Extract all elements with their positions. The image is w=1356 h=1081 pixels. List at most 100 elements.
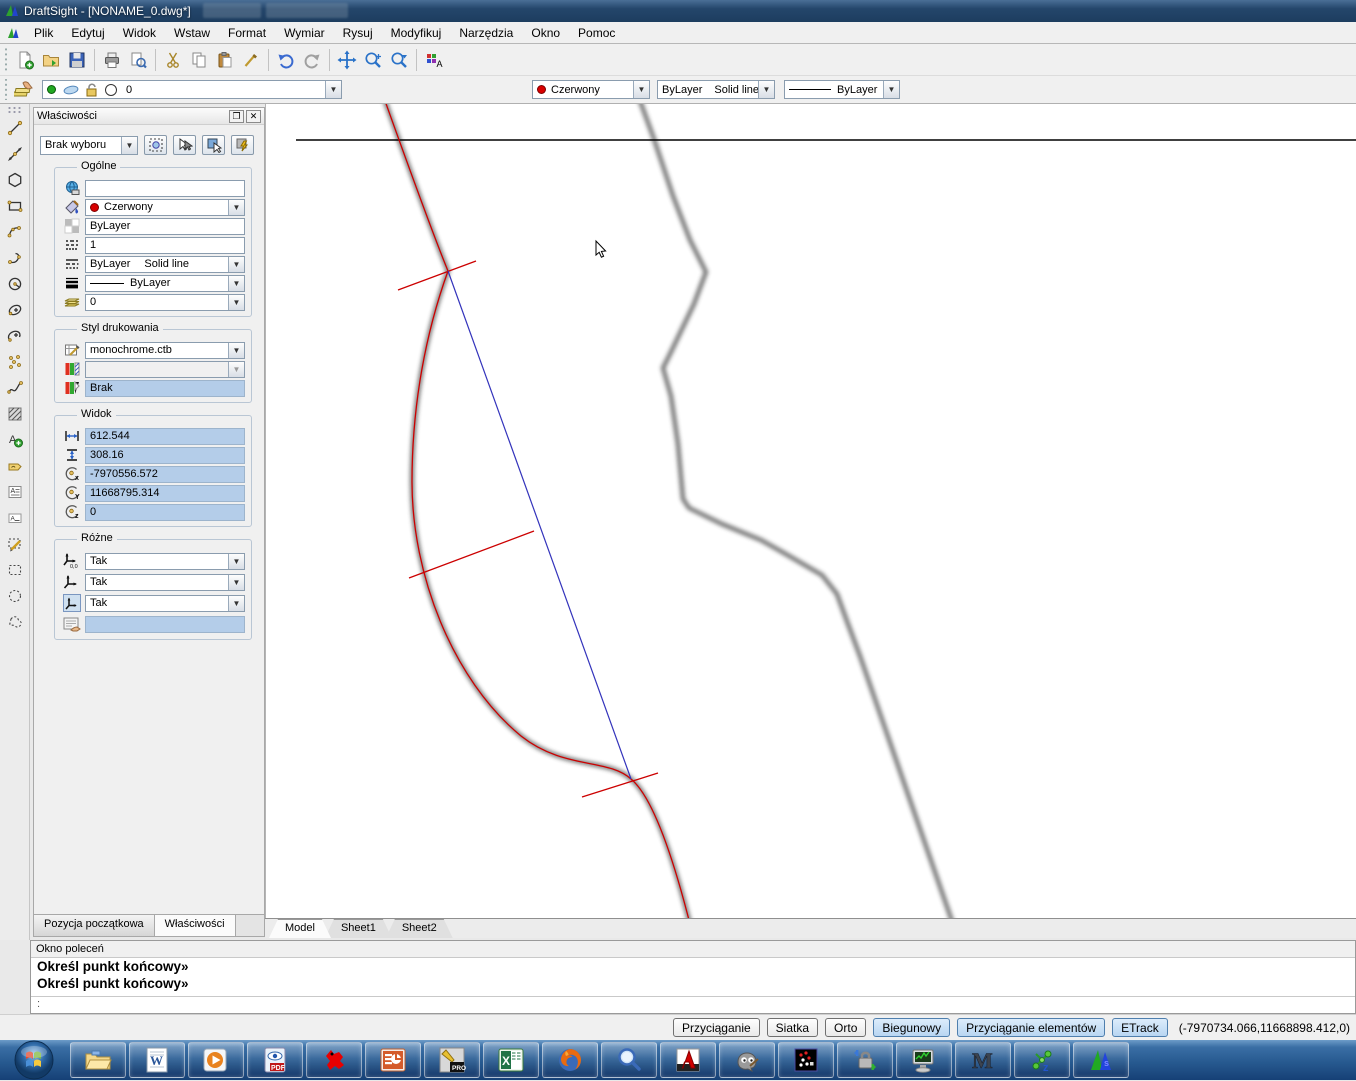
dropdown-arrow[interactable]: ▼ [228,276,244,291]
linetype-scale-field[interactable]: 1 [85,237,245,254]
menu-plik[interactable]: Plik [25,23,62,43]
layer-preview-button[interactable]: A [421,47,447,73]
menu-rysuj[interactable]: Rysuj [334,23,382,43]
tool-spline[interactable] [2,376,28,400]
menu-edytuj[interactable]: Edytuj [62,23,113,43]
menu-widok[interactable]: Widok [114,23,165,43]
select-matching-button[interactable] [202,135,225,155]
entity-color-combobox[interactable]: Czerwony▼ [85,199,245,216]
lineweight-combobox[interactable]: ByLayer▼ [85,275,245,292]
print-button[interactable] [99,47,125,73]
save-button[interactable] [64,47,90,73]
tool-multiline-text[interactable]: A [2,480,28,504]
grid-toggle[interactable]: Siatka [767,1018,818,1037]
transparency-field[interactable]: ByLayer [85,218,245,235]
snap-toggle[interactable]: Przyciąganie [673,1018,760,1037]
polar-toggle[interactable]: Biegunowy [873,1018,950,1037]
taskbar-word[interactable]: W [129,1042,185,1078]
dropdown-arrow[interactable]: ▼ [758,81,774,98]
taskbar-red-app[interactable] [306,1042,362,1078]
active-lineweight-combobox[interactable]: ByLayer ▼ [784,80,900,99]
active-linestyle-combobox[interactable]: ByLayer Solid line ▼ [657,80,775,99]
selection-combobox[interactable]: Brak wyboru ▼ [40,136,138,155]
dropdown-arrow[interactable]: ▼ [228,343,244,358]
dropdown-arrow[interactable]: ▼ [883,81,899,98]
tool-points[interactable] [2,350,28,374]
dropdown-arrow[interactable]: ▼ [121,137,137,154]
dropdown-arrow[interactable]: ▼ [228,596,244,611]
taskbar-autocad[interactable] [660,1042,716,1078]
linetype-combobox[interactable]: ByLayerSolid line▼ [85,256,245,273]
select-entities-button[interactable] [144,135,167,155]
menu-wstaw[interactable]: Wstaw [165,23,219,43]
tool-polygon[interactable] [2,168,28,192]
dropdown-arrow[interactable]: ▼ [633,81,649,98]
layers-manager-button[interactable] [12,77,38,103]
start-button[interactable] [8,1042,60,1078]
tool-curve[interactable] [2,246,28,270]
dropdown-arrow[interactable]: ▼ [228,575,244,590]
float-panel-button[interactable]: ❐ [229,110,244,123]
menu-narzedzia[interactable]: Narzędzia [450,23,522,43]
dropdown-arrow[interactable]: ▼ [228,257,244,272]
tab-pozycja-poczatkowa[interactable]: Pozycja początkowa [34,915,155,936]
tool-select-circle[interactable] [2,584,28,608]
dropdown-arrow[interactable]: ▼ [228,554,244,569]
dropdown-arrow[interactable]: ▼ [325,81,341,98]
print-style-table-combobox[interactable]: monochrome.ctb▼ [85,342,245,359]
tool-elliptical-arc[interactable] [2,324,28,348]
taskbar-draftsight[interactable]: s [1073,1042,1129,1078]
tool-simple-text[interactable]: A [2,506,28,530]
ucs-visible-combobox[interactable]: Tak▼ [85,595,245,612]
zoom-previous-button[interactable] [386,47,412,73]
blue-chord-entity[interactable] [448,271,631,779]
palette-grip[interactable] [7,106,22,114]
tab-wlasciwosci[interactable]: Właściwości [155,915,236,936]
dropdown-arrow[interactable]: ▼ [228,200,244,215]
tool-ellipse[interactable] [2,298,28,322]
tool-construction-line[interactable] [2,142,28,166]
taskbar-pro-tool[interactable]: PRO [424,1042,480,1078]
toolbar-grip[interactable] [2,79,10,101]
format-painter-button[interactable] [238,47,264,73]
tool-edit-annotation[interactable] [2,532,28,556]
active-layer-combobox[interactable]: 0 ▼ [42,80,342,99]
dropdown-arrow[interactable]: ▼ [228,295,244,310]
taskbar-maxima[interactable]: M [955,1042,1011,1078]
taskbar-pdf-viewer[interactable]: PDF [247,1042,303,1078]
ortho-toggle[interactable]: Orto [825,1018,866,1037]
tool-select-freeform[interactable] [2,610,28,634]
tab-sheet2[interactable]: Sheet2 [386,919,453,938]
menu-pomoc[interactable]: Pomoc [569,23,624,43]
print-preview-button[interactable] [125,47,151,73]
entity-snap-toggle[interactable]: Przyciąganie elementów [957,1018,1105,1037]
open-button[interactable] [38,47,64,73]
tool-rectangle[interactable] [2,194,28,218]
menu-modyfikuj[interactable]: Modyfikuj [382,23,451,43]
menu-format[interactable]: Format [219,23,275,43]
taskbar-media-player[interactable] [188,1042,244,1078]
quick-calculator-button[interactable] [231,135,254,155]
taskbar-system-monitor[interactable] [896,1042,952,1078]
tool-annotation-style[interactable]: A [2,428,28,452]
quick-select-button[interactable] [173,135,196,155]
ucs-origin-combobox[interactable]: Tak▼ [85,553,245,570]
hyperlink-field[interactable] [85,180,245,197]
undo-button[interactable] [273,47,299,73]
menu-okno[interactable]: Okno [522,23,569,43]
taskbar-firefox[interactable] [542,1042,598,1078]
taskbar-excel[interactable]: X [483,1042,539,1078]
new-drawing-button[interactable] [12,47,38,73]
tool-circle[interactable] [2,272,28,296]
tab-sheet1[interactable]: Sheet1 [325,919,392,938]
taskbar-search[interactable] [601,1042,657,1078]
active-color-combobox[interactable]: Czerwony ▼ [532,80,650,99]
menu-wymiar[interactable]: Wymiar [275,23,334,43]
layer-combobox[interactable]: 0▼ [85,294,245,311]
cut-button[interactable] [160,47,186,73]
tool-note[interactable] [2,454,28,478]
redo-button[interactable] [299,47,325,73]
pan-button[interactable] [334,47,360,73]
taskbar-explorer[interactable] [70,1042,126,1078]
etrack-toggle[interactable]: ETrack [1112,1018,1168,1037]
